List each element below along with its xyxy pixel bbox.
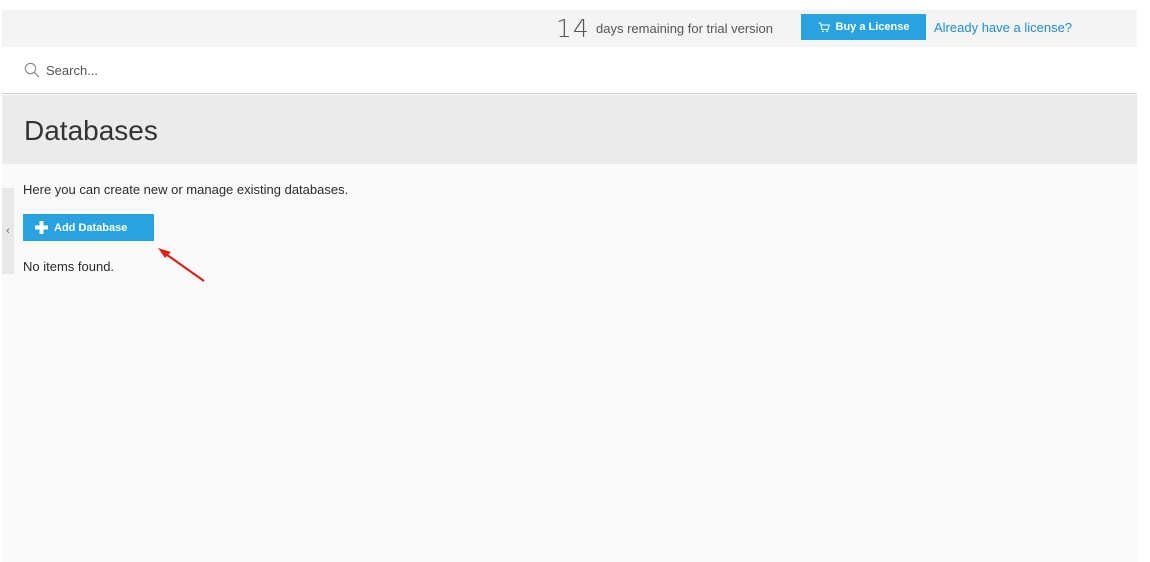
- buy-license-button[interactable]: Buy a License: [801, 14, 926, 40]
- trial-banner: 14 days remaining for trial version Buy …: [2, 10, 1137, 47]
- add-database-button[interactable]: Add Database: [23, 214, 154, 241]
- empty-state-message: No items found.: [23, 259, 115, 274]
- page-header: Databases: [2, 95, 1137, 164]
- page-title: Databases: [24, 115, 158, 146]
- already-have-license-link[interactable]: Already have a license?: [934, 20, 1072, 35]
- sidebar-collapse-handle[interactable]: ‹: [2, 188, 14, 274]
- search-input[interactable]: [46, 59, 446, 81]
- search-bar: [2, 47, 1137, 94]
- plus-icon: [35, 221, 48, 234]
- buy-license-label: Buy a License: [835, 21, 910, 33]
- app-window: 14 days remaining for trial version Buy …: [2, 10, 1137, 562]
- page-description: Here you can create new or manage existi…: [23, 182, 349, 197]
- add-database-label: Add Database: [54, 221, 128, 234]
- search-icon: [24, 62, 40, 78]
- trial-remaining-text: days remaining for trial version: [596, 21, 774, 36]
- chevron-left-icon: ‹: [6, 224, 10, 237]
- annotation-arrow: [158, 248, 205, 282]
- trial-days-count: 14: [556, 14, 590, 43]
- cart-icon: [818, 22, 830, 32]
